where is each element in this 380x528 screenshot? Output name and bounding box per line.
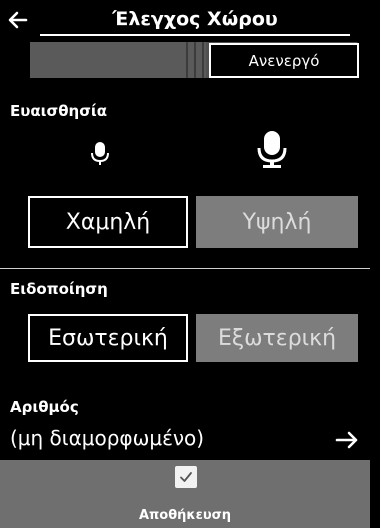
notification-external-button[interactable]: Εξωτερική xyxy=(196,314,358,362)
sensitivity-high-button[interactable]: Υψηλή xyxy=(196,196,358,248)
notification-label: Ειδοποίηση xyxy=(10,280,108,298)
toggle-state-text: Ανενεργό xyxy=(248,51,320,70)
checkmark-icon[interactable] xyxy=(175,466,197,488)
toggle-state-label[interactable]: Ανενεργό xyxy=(209,43,359,78)
page-title: Έλεγχος Χώρου xyxy=(112,8,278,30)
save-button-label[interactable]: Αποθήκευση xyxy=(0,508,370,523)
toggle-grip-line xyxy=(186,42,188,78)
title-underline xyxy=(40,34,350,36)
notification-external-label: Εξωτερική xyxy=(217,325,337,351)
sensitivity-low-label: Χαμηλή xyxy=(65,209,151,235)
sensitivity-low-button[interactable]: Χαμηλή xyxy=(28,196,188,248)
toggle-slider[interactable] xyxy=(30,42,206,78)
microphone-small-icon xyxy=(91,142,109,165)
divider xyxy=(0,268,370,269)
number-label: Αριθμός xyxy=(10,398,79,416)
notification-internal-label: Εσωτερική xyxy=(48,325,168,351)
toggle-grip-line xyxy=(202,42,204,78)
toggle-grip-line xyxy=(194,42,196,78)
sensitivity-label: Ευαισθησία xyxy=(10,102,108,120)
back-arrow-icon[interactable] xyxy=(6,8,30,32)
notification-internal-button[interactable]: Εσωτερική xyxy=(28,314,188,362)
arrow-right-icon[interactable] xyxy=(334,429,360,451)
right-edge-bar xyxy=(372,0,380,528)
sensitivity-high-label: Υψηλή xyxy=(242,209,312,235)
checkmark-glyph xyxy=(180,472,192,482)
microphone-large-icon xyxy=(257,131,287,168)
number-value[interactable]: (μη διαμορφωμένο) xyxy=(10,426,204,450)
